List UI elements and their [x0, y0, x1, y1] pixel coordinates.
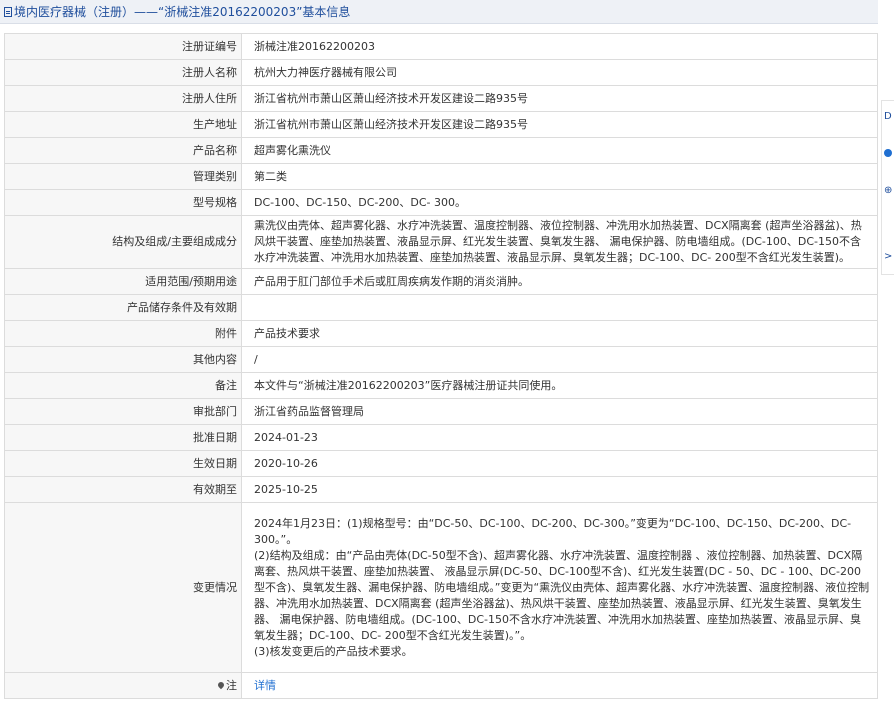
- row-value: 第二类: [241, 163, 878, 190]
- copy-icon[interactable]: ⊕: [884, 185, 892, 197]
- row-label: 结构及组成/主要组成成分: [4, 215, 242, 269]
- info-icon[interactable]: [884, 149, 892, 157]
- row-value: 本文件与“浙械注准20162200203”医疗器械注册证共同使用。: [241, 372, 878, 399]
- row-value: 熏洗仪由壳体、超声雾化器、水疗冲洗装置、温度控制器、液位控制器、冲洗用水加热装置…: [241, 215, 878, 269]
- row-label: 生效日期: [4, 450, 242, 477]
- note-row: 注 详情: [4, 672, 878, 699]
- row-label: 产品名称: [4, 137, 242, 164]
- table-row: 适用范围/预期用途 产品用于肛门部位手术后或肛周疾病发作期的消炎消肿。: [4, 268, 878, 295]
- details-link[interactable]: 详情: [254, 679, 276, 692]
- note-label: 注: [226, 678, 237, 692]
- row-label: 有效期至: [4, 476, 242, 503]
- change-value: 2024年1月23日：(1)规格型号：由“DC-50、DC-100、DC-200…: [241, 502, 878, 673]
- table-row: 管理类别 第二类: [4, 163, 878, 190]
- change-item-3: (3)核发变更后的产品技术要求。: [254, 644, 413, 658]
- table-row: 注册证编号 浙械注准20162200203: [4, 33, 878, 60]
- table-row: 生产地址 浙江省杭州市萧山区萧山经济技术开发区建设二路935号: [4, 111, 878, 138]
- row-value: 浙械注准20162200203: [241, 33, 878, 60]
- row-value: DC-100、DC-150、DC-200、DC- 300。: [241, 189, 878, 216]
- change-row: 变更情况 2024年1月23日：(1)规格型号：由“DC-50、DC-100、D…: [4, 502, 878, 673]
- pin-icon: [216, 680, 226, 689]
- table-row: 批准日期 2024-01-23: [4, 424, 878, 451]
- row-value: 浙江省杭州市萧山区萧山经济技术开发区建设二路935号: [241, 111, 878, 138]
- row-label: 注册人名称: [4, 59, 242, 86]
- info-table: 注册证编号 浙械注准20162200203 注册人名称 杭州大力神医疗器械有限公…: [4, 33, 878, 699]
- doc-icon[interactable]: D: [884, 111, 892, 123]
- row-label: 管理类别: [4, 163, 242, 190]
- row-value: 2025-10-25: [241, 476, 878, 503]
- note-value: 详情: [241, 672, 878, 699]
- table-row: 产品储存条件及有效期: [4, 294, 878, 321]
- change-label: 变更情况: [4, 502, 242, 673]
- row-label: 注册证编号: [4, 33, 242, 60]
- table-row: 注册人名称 杭州大力神医疗器械有限公司: [4, 59, 878, 86]
- row-value: /: [241, 346, 878, 373]
- row-label: 生产地址: [4, 111, 242, 138]
- row-label: 批准日期: [4, 424, 242, 451]
- row-value: 2020-10-26: [241, 450, 878, 477]
- side-toolbar: D ⊕ >: [881, 100, 894, 275]
- row-value: 浙江省杭州市萧山区萧山经济技术开发区建设二路935号: [241, 85, 878, 112]
- row-value: 2024-01-23: [241, 424, 878, 451]
- row-value: [241, 294, 878, 321]
- row-label: 型号规格: [4, 189, 242, 216]
- chevron-right-icon[interactable]: >: [884, 251, 892, 263]
- row-value: 产品用于肛门部位手术后或肛周疾病发作期的消炎消肿。: [241, 268, 878, 295]
- change-item-2: (2)结构及组成：由“产品由壳体(DC-50型不含)、超声雾化器、水疗冲洗装置、…: [254, 548, 870, 642]
- table-row: 附件 产品技术要求: [4, 320, 878, 347]
- change-item-1: 2024年1月23日：(1)规格型号：由“DC-50、DC-100、DC-200…: [254, 516, 852, 546]
- row-value: 产品技术要求: [241, 320, 878, 347]
- table-row: 其他内容 /: [4, 346, 878, 373]
- row-label: 产品储存条件及有效期: [4, 294, 242, 321]
- row-label: 审批部门: [4, 398, 242, 425]
- row-label: 附件: [4, 320, 242, 347]
- table-row: 备注 本文件与“浙械注准20162200203”医疗器械注册证共同使用。: [4, 372, 878, 399]
- table-row: 产品名称 超声雾化熏洗仪: [4, 137, 878, 164]
- row-label: 适用范围/预期用途: [4, 268, 242, 295]
- row-label: 注册人住所: [4, 85, 242, 112]
- table-row: 注册人住所 浙江省杭州市萧山区萧山经济技术开发区建设二路935号: [4, 85, 878, 112]
- note-label-cell: 注: [4, 672, 242, 699]
- table-row: 结构及组成/主要组成成分 熏洗仪由壳体、超声雾化器、水疗冲洗装置、温度控制器、液…: [4, 215, 878, 269]
- row-value: 杭州大力神医疗器械有限公司: [241, 59, 878, 86]
- page-title-text: 境内医疗器械（注册）——“浙械注准20162200203”基本信息: [14, 5, 351, 19]
- page-title: 境内医疗器械（注册）——“浙械注准20162200203”基本信息: [0, 0, 878, 24]
- row-label: 其他内容: [4, 346, 242, 373]
- table-row: 型号规格 DC-100、DC-150、DC-200、DC- 300。: [4, 189, 878, 216]
- table-row: 有效期至 2025-10-25: [4, 476, 878, 503]
- row-value: 浙江省药品监督管理局: [241, 398, 878, 425]
- row-label: 备注: [4, 372, 242, 399]
- table-row: 生效日期 2020-10-26: [4, 450, 878, 477]
- document-icon: [4, 7, 12, 17]
- row-value: 超声雾化熏洗仪: [241, 137, 878, 164]
- table-row: 审批部门 浙江省药品监督管理局: [4, 398, 878, 425]
